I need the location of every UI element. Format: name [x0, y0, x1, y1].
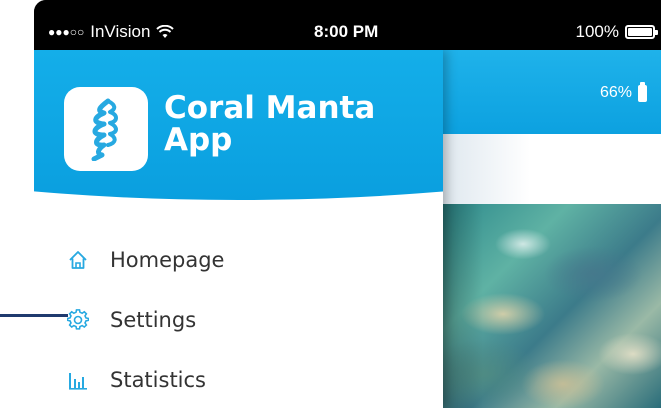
bar-chart-icon — [69, 373, 87, 390]
battery-level-icon — [638, 81, 647, 102]
phone-frame: ●●●○○ InVision 8:00 PM 100% 66% Coral Ma… — [34, 0, 661, 408]
main-header: 66% — [443, 50, 661, 134]
signal-strength-icon: ●●●○○ — [48, 25, 85, 39]
home-icon — [69, 251, 87, 269]
menu-label-statistics: Statistics — [110, 368, 206, 392]
gear-icon — [67, 309, 89, 330]
main-app-view: 66% — [443, 50, 661, 408]
main-subheader — [443, 134, 661, 204]
callout-pointer — [0, 314, 68, 317]
status-right: 100% — [575, 22, 658, 42]
drawer-shadow — [443, 204, 483, 408]
coral-feather-logo-icon — [91, 98, 118, 161]
app-title: Coral Manta App — [164, 90, 376, 158]
side-drawer: Coral Manta App Homepage Settings Statis… — [34, 50, 443, 408]
status-bar: ●●●○○ InVision 8:00 PM 100% — [34, 0, 661, 50]
menu-label-settings: Settings — [110, 308, 197, 332]
device-battery-indicator: 66% — [599, 81, 647, 102]
menu-item-homepage[interactable]: Homepage — [34, 230, 443, 290]
drawer-menu: Homepage Settings Statistics — [34, 230, 443, 408]
screen: ●●●○○ InVision 8:00 PM 100% 66% Coral Ma… — [0, 0, 661, 408]
wifi-icon — [156, 25, 175, 38]
status-time: 8:00 PM — [314, 22, 379, 41]
battery-percent: 100% — [575, 22, 619, 41]
menu-item-settings[interactable]: Settings — [34, 290, 443, 350]
menu-label-homepage: Homepage — [110, 248, 225, 272]
carrier-label: InVision — [90, 22, 151, 41]
device-battery-level: 66% — [599, 84, 632, 101]
battery-icon — [625, 25, 658, 39]
menu-item-statistics[interactable]: Statistics — [34, 350, 443, 408]
status-left: ●●●○○ InVision — [48, 22, 175, 42]
app-logo — [64, 87, 148, 171]
